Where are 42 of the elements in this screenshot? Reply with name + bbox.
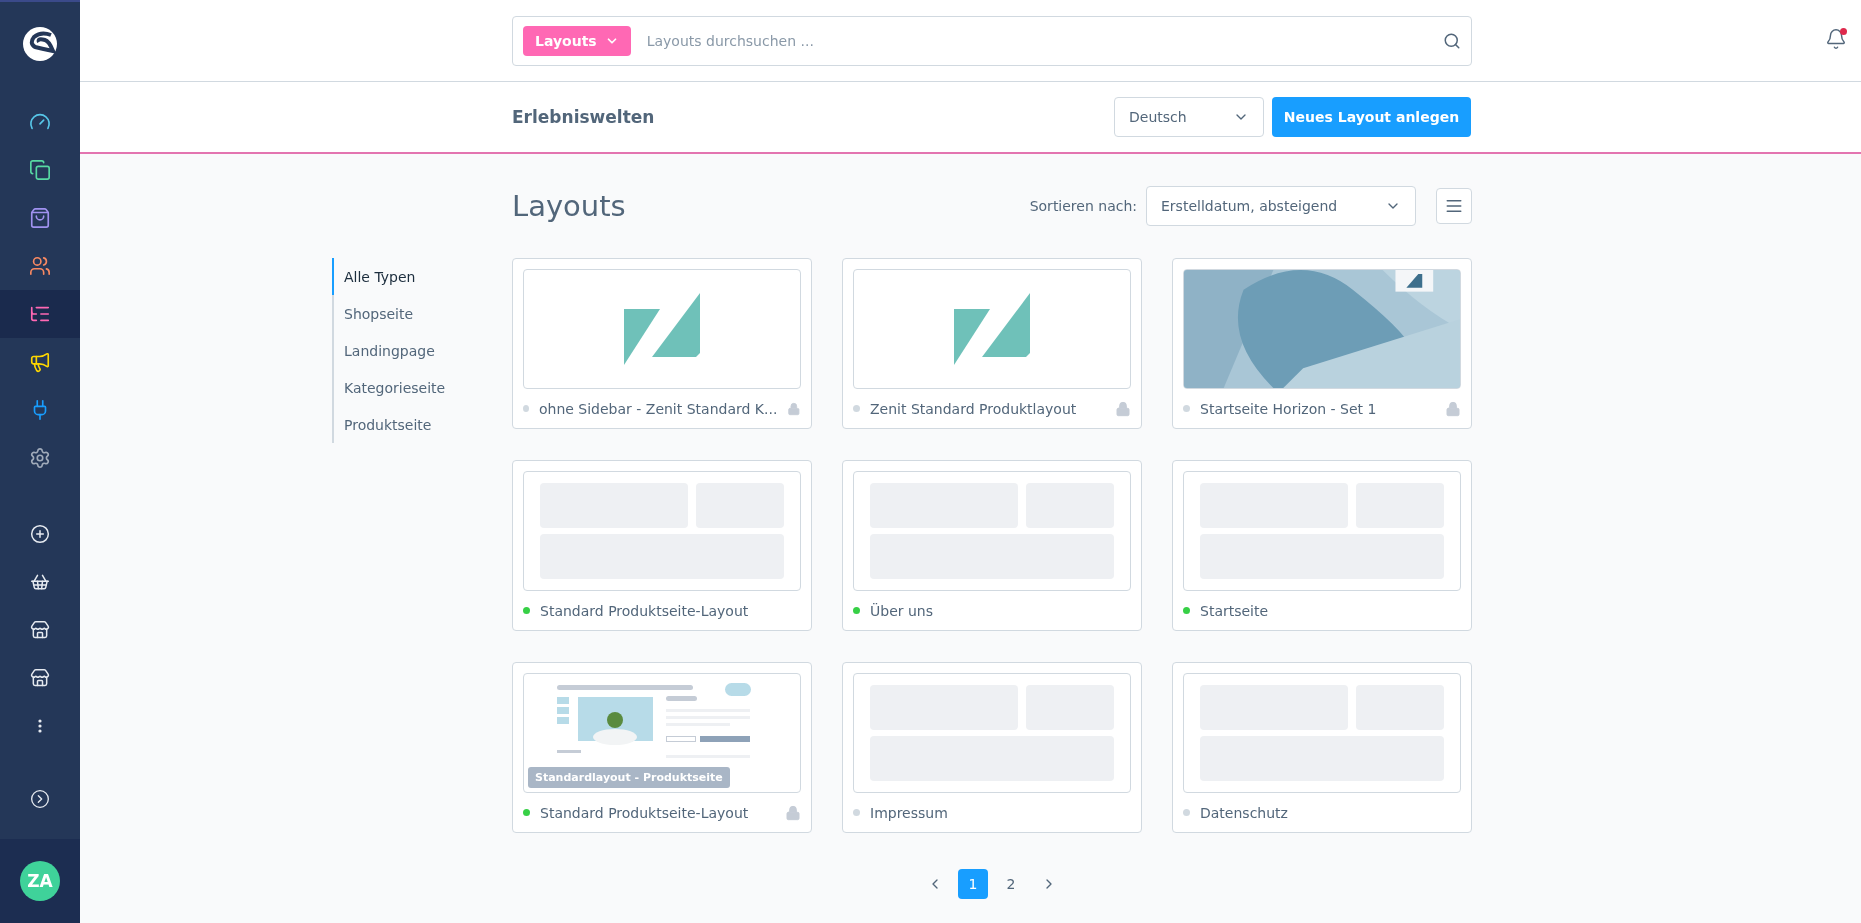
layout-name: ohne Sidebar - Zenit Standard K... xyxy=(538,400,778,417)
layout-card[interactable]: Impressum xyxy=(842,662,1142,833)
layout-name: Standard Produktseite-Layout xyxy=(540,602,750,619)
chevron-right-icon xyxy=(30,789,50,809)
layout-name: Datenschutz xyxy=(1200,804,1289,821)
layout-name: Startseite xyxy=(1200,602,1270,619)
type-filter-link[interactable]: Shopseite xyxy=(332,295,512,332)
section-heading: Layouts xyxy=(512,189,627,223)
sort-label: Sortieren nach: xyxy=(1029,198,1137,214)
type-filter-link[interactable]: Landingpage xyxy=(332,332,512,369)
default-layout-badge: Standardlayout - Produktseite xyxy=(528,767,730,788)
layout-card[interactable]: ohne Sidebar - Zenit Standard K... xyxy=(512,258,812,429)
layout-name: Standard Produktseite-Layout xyxy=(540,804,750,821)
store-icon xyxy=(30,620,50,640)
page-title: Erlebniswelten xyxy=(512,107,656,127)
layout-name: Startseite Horizon - Set 1 xyxy=(1200,400,1378,417)
logo-icon xyxy=(624,293,700,365)
language-select[interactable]: Deutsch xyxy=(1114,97,1264,137)
more-icon xyxy=(38,719,42,733)
list-view-button[interactable] xyxy=(1436,188,1472,224)
layout-card[interactable]: Über uns xyxy=(842,460,1142,631)
type-filter-link[interactable]: Kategorieseite xyxy=(332,369,512,406)
notification-icon[interactable] xyxy=(1825,28,1847,50)
logo-icon xyxy=(954,293,1030,365)
layout-card[interactable]: Standardlayout - Produktseite Standard Produktseite-Layout xyxy=(512,662,812,833)
list-icon xyxy=(1445,197,1463,215)
type-filter-link[interactable]: Produktseite xyxy=(332,406,512,443)
layout-name: Zenit Standard Produktlayout xyxy=(870,400,1078,417)
layout-card[interactable]: Startseite Horizon - Set 1 xyxy=(1172,258,1472,429)
layout-name: Impressum xyxy=(870,804,949,821)
store-icon xyxy=(30,668,50,688)
plus-icon xyxy=(30,524,50,544)
layout-card[interactable]: Startseite xyxy=(1172,460,1472,631)
layout-card[interactable]: Datenschutz xyxy=(1172,662,1472,833)
logo-icon[interactable] xyxy=(23,27,57,61)
layout-card[interactable]: Zenit Standard Produktlayout xyxy=(842,258,1142,429)
search-icon[interactable] xyxy=(1443,31,1461,50)
page-button[interactable]: 2 xyxy=(996,869,1026,899)
basket-icon xyxy=(30,572,50,592)
sort-select[interactable]: Erstelldatum, absteigend xyxy=(1146,186,1416,226)
layout-name: Über uns xyxy=(870,602,934,619)
layout-card[interactable]: Standard Produktseite-Layout xyxy=(512,460,812,631)
